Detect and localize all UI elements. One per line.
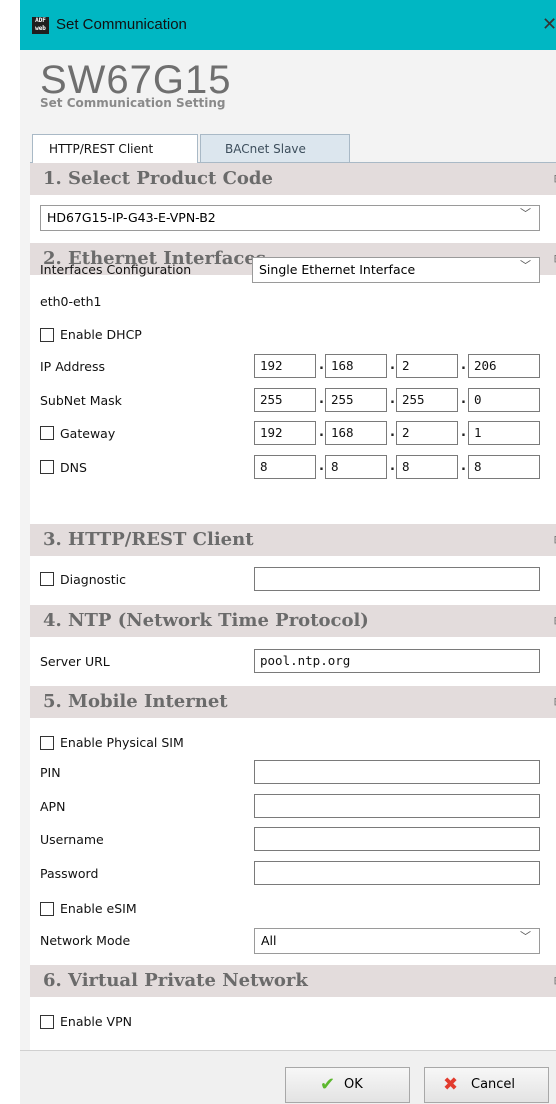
window-title: Set Communication [56, 16, 187, 33]
ip-separator: . [390, 392, 395, 407]
app-logo-icon: ADF web [32, 17, 49, 34]
interfaces-configuration-select[interactable]: Single Ethernet Interface ﹀ [252, 257, 540, 283]
gateway-octet-4[interactable]: 1 [468, 421, 540, 445]
ip-octet-2[interactable]: 168 [325, 354, 387, 378]
ip-separator: . [461, 459, 466, 474]
section-header-mobile-internet[interactable]: 5. Mobile Internet ⊟ [30, 686, 556, 718]
password-input[interactable] [254, 861, 540, 885]
dialog-footer: ✔ OK ✖ Cancel [20, 1050, 556, 1104]
gateway-octet-2[interactable]: 168 [325, 421, 387, 445]
ip-octet-3[interactable]: 2 [396, 354, 458, 378]
apn-input[interactable] [254, 794, 540, 818]
username-input[interactable] [254, 827, 540, 851]
enable-esim-checkbox[interactable] [40, 902, 54, 916]
enable-esim-label: Enable eSIM [60, 901, 137, 916]
tab-bacnet-slave[interactable]: BACnet Slave [200, 134, 350, 163]
mask-octet-3[interactable]: 255 [396, 388, 458, 412]
eth-group-label: eth0-eth1 [40, 294, 102, 309]
dns-octet-4[interactable]: 8 [468, 455, 540, 479]
server-url-input[interactable]: pool.ntp.org [254, 649, 540, 673]
enable-physical-sim-checkbox[interactable] [40, 736, 54, 750]
mask-octet-2[interactable]: 255 [325, 388, 387, 412]
network-mode-label: Network Mode [40, 933, 131, 948]
close-icon[interactable]: ✕ [542, 14, 556, 35]
ip-separator: . [319, 392, 324, 407]
ip-separator: . [319, 459, 324, 474]
enable-vpn-checkbox[interactable] [40, 1015, 54, 1029]
dns-octet-2[interactable]: 8 [325, 455, 387, 479]
title-bar: ADF web Set Communication ✕ [20, 0, 556, 50]
diagnostic-input[interactable] [254, 567, 540, 591]
gateway-checkbox[interactable] [40, 426, 54, 440]
gateway-octet-1[interactable]: 192 [254, 421, 316, 445]
product-code-value: HD67G15-IP-G43-E-VPN-B2 [47, 210, 216, 225]
enable-dhcp-label: Enable DHCP [60, 327, 142, 342]
cancel-button-label: Cancel [471, 1077, 516, 1092]
dns-octet-3[interactable]: 8 [396, 455, 458, 479]
chevron-down-icon: ﹀ [520, 259, 531, 272]
section-title: 6. Virtual Private Network [43, 970, 308, 991]
product-code-select[interactable]: HD67G15-IP-G43-E-VPN-B2 ﹀ [40, 205, 540, 231]
dns-octet-1[interactable]: 8 [254, 455, 316, 479]
gateway-octet-3[interactable]: 2 [396, 421, 458, 445]
cancel-x-icon: ✖ [443, 1074, 459, 1095]
cancel-button[interactable]: ✖ Cancel [424, 1067, 549, 1103]
enable-physical-sim-label: Enable Physical SIM [60, 735, 184, 750]
section-title: 3. HTTP/REST Client [43, 529, 254, 550]
diagnostic-label: Diagnostic [60, 572, 127, 587]
enable-vpn-label: Enable VPN [60, 1014, 132, 1029]
ip-separator: . [461, 392, 466, 407]
interfaces-configuration-value: Single Ethernet Interface [259, 262, 416, 277]
ip-separator: . [319, 425, 324, 440]
section-title: 5. Mobile Internet [43, 691, 228, 712]
gateway-label: Gateway [60, 426, 116, 441]
ip-separator: . [461, 425, 466, 440]
ip-separator: . [390, 459, 395, 474]
network-mode-select[interactable]: All ﹀ [254, 928, 540, 954]
network-mode-value: All [261, 933, 277, 948]
section-header-product-code[interactable]: 1. Select Product Code ⊟ [30, 163, 556, 195]
diagnostic-checkbox[interactable] [40, 572, 54, 586]
set-communication-window: ADF web Set Communication ✕ SW67G15 Set … [20, 0, 556, 1104]
dns-label: DNS [60, 460, 87, 475]
checkmark-icon: ✔ [320, 1074, 336, 1095]
section-title: 4. NTP (Network Time Protocol) [43, 610, 369, 631]
mask-octet-4[interactable]: 0 [468, 388, 540, 412]
ip-address-label: IP Address [40, 359, 105, 374]
section-title: 1. Select Product Code [43, 168, 273, 189]
apn-label: APN [40, 799, 66, 814]
ok-button[interactable]: ✔ OK [285, 1067, 410, 1103]
page-subtitle: Set Communication Setting [40, 96, 226, 110]
ip-separator: . [390, 358, 395, 373]
pin-label: PIN [40, 765, 61, 780]
section-header-http-rest-client[interactable]: 3. HTTP/REST Client ⊟ [30, 524, 556, 556]
pin-input[interactable] [254, 760, 540, 784]
ip-octet-4[interactable]: 206 [468, 354, 540, 378]
tab-http-rest-client[interactable]: HTTP/REST Client [32, 134, 198, 163]
interfaces-configuration-label: Interfaces Configuration [40, 262, 192, 277]
server-url-label: Server URL [40, 654, 110, 669]
ok-button-label: OK [344, 1077, 363, 1092]
password-label: Password [40, 866, 99, 881]
section-header-ntp[interactable]: 4. NTP (Network Time Protocol) ⊟ [30, 605, 556, 637]
ip-separator: . [390, 425, 395, 440]
ip-separator: . [319, 358, 324, 373]
subnet-mask-label: SubNet Mask [40, 393, 122, 408]
section-header-vpn[interactable]: 6. Virtual Private Network ⊟ [30, 965, 556, 997]
enable-dhcp-checkbox[interactable] [40, 328, 54, 342]
ip-octet-1[interactable]: 192 [254, 354, 316, 378]
mask-octet-1[interactable]: 255 [254, 388, 316, 412]
chevron-down-icon: ﹀ [520, 207, 531, 220]
username-label: Username [40, 832, 104, 847]
dns-checkbox[interactable] [40, 460, 54, 474]
ip-separator: . [461, 358, 466, 373]
chevron-down-icon: ﹀ [520, 930, 531, 943]
